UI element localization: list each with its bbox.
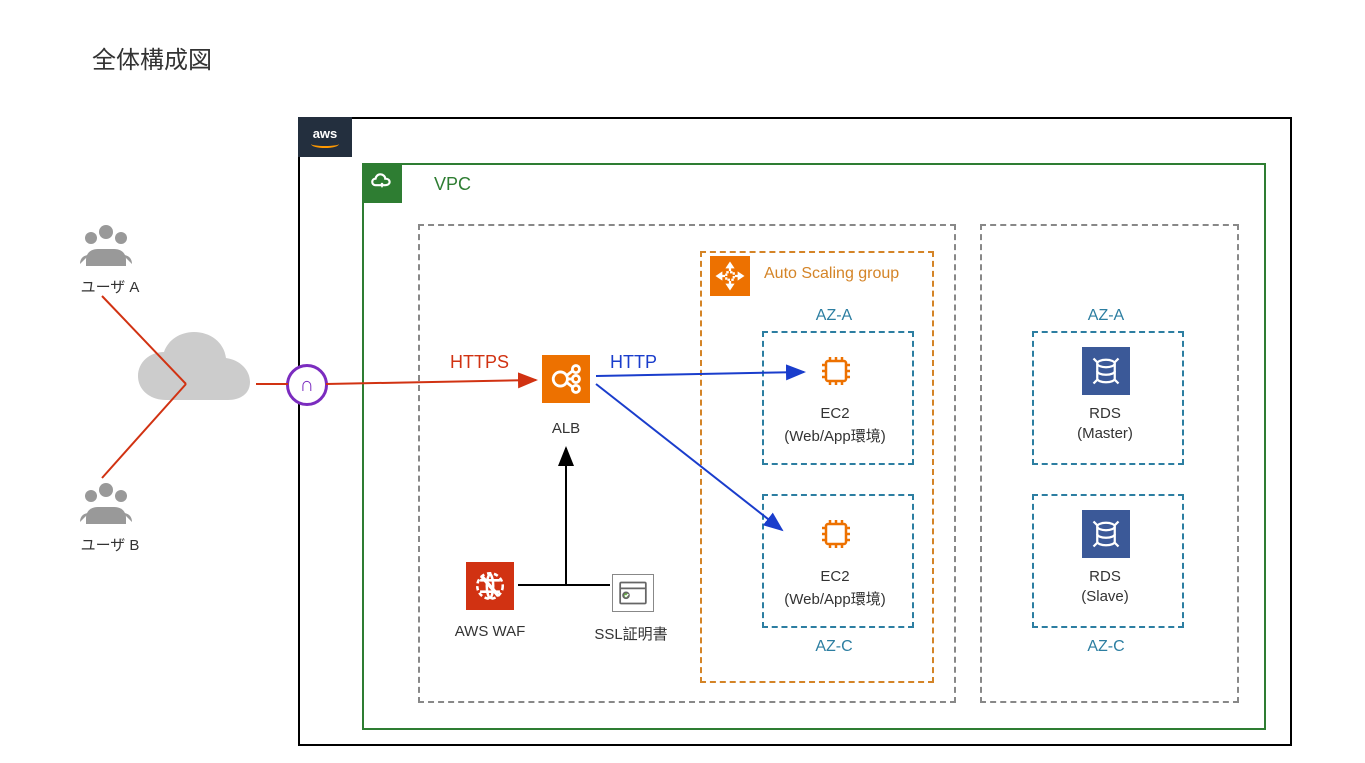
diagram-canvas: 全体構成図 aws VPC Auto Scaling group AZ-A EC… [0, 0, 1365, 763]
waf-icon [466, 562, 514, 610]
http-label: HTTP [610, 352, 657, 373]
alb-icon [542, 355, 590, 403]
ec2-icon [812, 510, 860, 558]
https-label: HTTPS [450, 352, 509, 373]
rds-a-title: RDS [1055, 405, 1155, 422]
vpc-label: VPC [434, 174, 471, 195]
az-c-rds-label: AZ-C [1056, 638, 1156, 656]
vpc-icon [362, 163, 402, 203]
rds-c-sub: (Slave) [1055, 588, 1155, 605]
ec2-a-sub: (Web/App環境) [775, 425, 895, 446]
az-a-ec2-label: AZ-A [784, 307, 884, 325]
waf-label: AWS WAF [450, 623, 530, 640]
az-c-ec2-label: AZ-C [784, 638, 884, 656]
ec2-icon [812, 347, 860, 395]
ec2-c-title: EC2 [785, 568, 885, 585]
user-a-label: ユーザ A [70, 276, 150, 297]
auto-scaling-label: Auto Scaling group [764, 265, 899, 283]
users-icon [78, 222, 134, 278]
rds-c-title: RDS [1055, 568, 1155, 585]
ec2-a-title: EC2 [785, 405, 885, 422]
az-a-rds-label: AZ-A [1056, 307, 1156, 325]
rds-icon [1082, 347, 1130, 395]
aws-logo-icon: aws [298, 117, 352, 157]
user-b-label: ユーザ B [70, 534, 150, 555]
ssl-label: SSL証明書 [588, 623, 674, 644]
cloud-icon [128, 330, 268, 442]
auto-scaling-icon [710, 256, 750, 296]
users-icon [78, 480, 134, 536]
rds-icon [1082, 510, 1130, 558]
page-title: 全体構成図 [92, 40, 212, 75]
ec2-c-sub: (Web/App環境) [775, 588, 895, 609]
ssl-cert-icon [612, 574, 654, 612]
rds-a-sub: (Master) [1055, 425, 1155, 442]
alb-label: ALB [542, 420, 590, 437]
internet-gateway-icon: ∩ [286, 364, 328, 406]
